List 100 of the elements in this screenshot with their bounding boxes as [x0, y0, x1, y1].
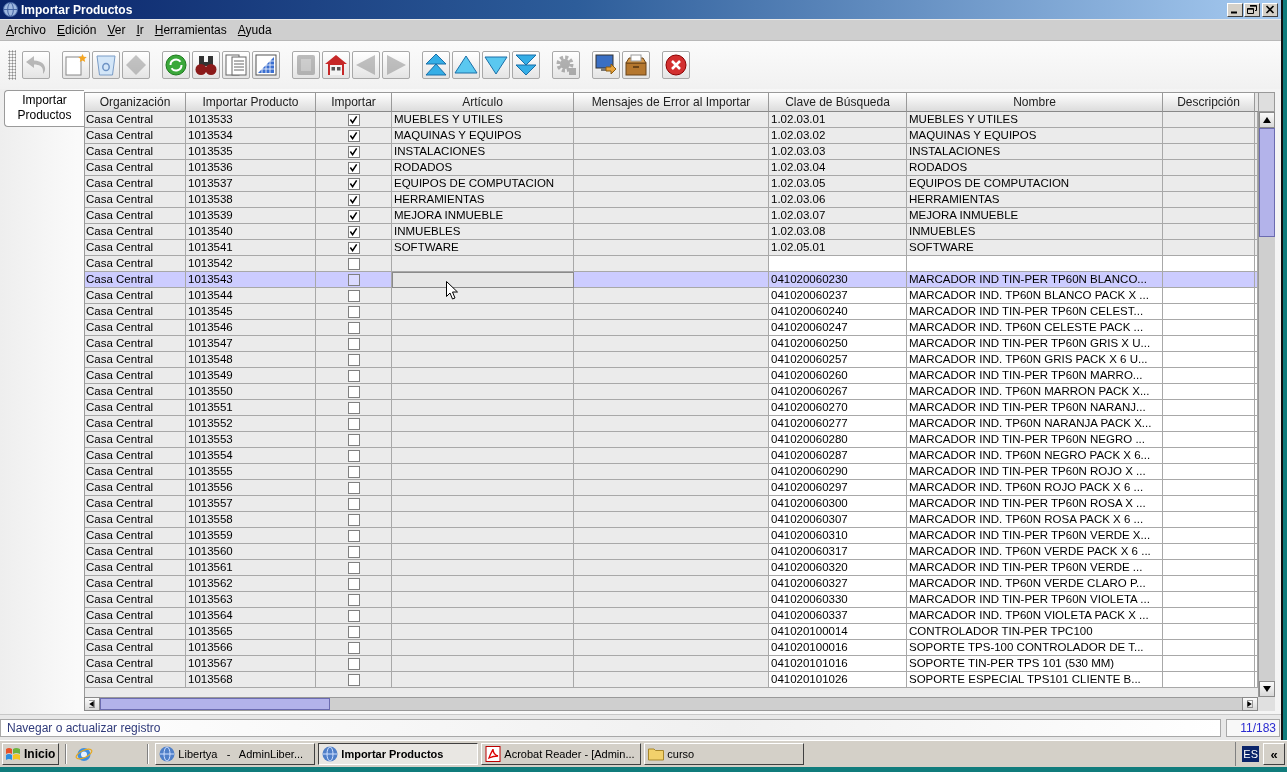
- checkbox[interactable]: [347, 673, 360, 686]
- table-row[interactable]: Casa Central 1013545 041020060240 MARCADOR IND TIN-PER TP60N CELEST...: [85, 304, 1258, 320]
- table-row[interactable]: Casa Central 1013534 MAQUINAS Y EQUIPOS 1.02.03.02 MAQUINAS Y EQUIPOS: [85, 128, 1258, 144]
- scrollbar-thumb[interactable]: [100, 698, 330, 710]
- input-field[interactable]: [392, 272, 574, 288]
- column-header[interactable]: Artículo: [392, 92, 574, 112]
- table-row[interactable]: Casa Central 1013550 041020060267 MARCADOR IND. TP60N MARRON PACK X...: [85, 384, 1258, 400]
- checkbox[interactable]: [347, 433, 360, 446]
- checkbox[interactable]: [347, 417, 360, 430]
- table-row[interactable]: Casa Central 1013566 041020100016 SOPORTE TPS-100 CONTROLADOR DE T...: [85, 640, 1258, 656]
- table-row[interactable]: Casa Central 1013536 RODADOS 1.02.03.04 RODADOS: [85, 160, 1258, 176]
- column-header[interactable]: Clave de Búsqueda: [769, 92, 907, 112]
- table-row[interactable]: Casa Central 1013561 041020060320 MARCADOR IND TIN-PER TP60N VERDE ...: [85, 560, 1258, 576]
- table-row[interactable]: Casa Central 1013558 041020060307 MARCADOR IND. TP60N ROSA PACK X 6 ...: [85, 512, 1258, 528]
- checkbox[interactable]: [347, 353, 360, 366]
- scroll-down-button[interactable]: [1259, 681, 1275, 697]
- tray-toggle-button[interactable]: «: [1263, 743, 1285, 765]
- table-row[interactable]: Casa Central 1013552 041020060277 MARCADOR IND. TP60N NARANJA PACK X...: [85, 416, 1258, 432]
- menu-item[interactable]: Archivo: [6, 23, 47, 37]
- table-row[interactable]: Casa Central 1013548 041020060257 MARCADOR IND. TP60N GRIS PACK X 6 U...: [85, 352, 1258, 368]
- table-row[interactable]: Casa Central 1013544 041020060237 MARCADOR IND. TP60N BLANCO PACK X ...: [85, 288, 1258, 304]
- table-row[interactable]: Casa Central 1013559 041020060310 MARCADOR IND TIN-PER TP60N VERDE X...: [85, 528, 1258, 544]
- toolbar-button[interactable]: [662, 51, 690, 79]
- checkbox[interactable]: [347, 257, 360, 270]
- table-row[interactable]: Casa Central 1013533 MUEBLES Y UTILES 1.02.03.01 MUEBLES Y UTILES: [85, 112, 1258, 128]
- table-row[interactable]: Casa Central 1013567 041020101016 SOPORTE TIN-PER TPS 101 (530 MM): [85, 656, 1258, 672]
- taskbar-button[interactable]: Acrobat Reader - [Admin...: [481, 743, 642, 765]
- table-row[interactable]: Casa Central 1013549 041020060260 MARCADOR IND TIN-PER TP60N MARRO...: [85, 368, 1258, 384]
- table-row[interactable]: Casa Central 1013553 041020060280 MARCADOR IND TIN-PER TP60N NEGRO ...: [85, 432, 1258, 448]
- table-row[interactable]: Casa Central 1013539 MEJORA INMUEBLE 1.02.03.07 MEJORA INMUEBLE: [85, 208, 1258, 224]
- table-row[interactable]: Casa Central 1013565 041020100014 CONTROLADOR TIN-PER TPC100: [85, 624, 1258, 640]
- table-row[interactable]: Casa Central 1013560 041020060317 MARCADOR IND. TP60N VERDE PACK X 6 ...: [85, 544, 1258, 560]
- menu-item[interactable]: Ir: [136, 23, 144, 37]
- table-row[interactable]: Casa Central 1013563 041020060330 MARCADOR IND TIN-PER TP60N VIOLETA ...: [85, 592, 1258, 608]
- toolbar-button[interactable]: [592, 51, 620, 79]
- column-header[interactable]: Importar: [316, 92, 392, 112]
- column-header[interactable]: Importar Producto: [186, 92, 316, 112]
- checkbox[interactable]: [347, 465, 360, 478]
- checkbox[interactable]: [347, 225, 360, 238]
- taskbar-button[interactable]: Libertya - AdminLiber...: [155, 743, 316, 765]
- table-row[interactable]: Casa Central 1013555 041020060290 MARCADOR IND TIN-PER TP60N ROJO X ...: [85, 464, 1258, 480]
- checkbox[interactable]: [347, 561, 360, 574]
- table-row[interactable]: Casa Central 1013554 041020060287 MARCADOR IND. TP60N NEGRO PACK X 6...: [85, 448, 1258, 464]
- checkbox[interactable]: [347, 337, 360, 350]
- table-row[interactable]: Casa Central 1013537 EQUIPOS DE COMPUTACION 1.02.03.05 EQUIPOS DE COMPUTACION: [85, 176, 1258, 192]
- checkbox[interactable]: [347, 241, 360, 254]
- checkbox[interactable]: [347, 481, 360, 494]
- browser-globe-icon[interactable]: [75, 745, 94, 763]
- checkbox[interactable]: [347, 545, 360, 558]
- checkbox[interactable]: [347, 177, 360, 190]
- checkbox[interactable]: [347, 289, 360, 302]
- table-row[interactable]: Casa Central 1013557 041020060300 MARCADOR IND TIN-PER TP60N ROSA X ...: [85, 496, 1258, 512]
- checkbox[interactable]: [347, 129, 360, 142]
- checkbox[interactable]: [347, 609, 360, 622]
- toolbar-button[interactable]: [322, 51, 350, 79]
- checkbox[interactable]: [347, 577, 360, 590]
- table-row[interactable]: Casa Central 1013551 041020060270 MARCADOR IND TIN-PER TP60N NARANJ...: [85, 400, 1258, 416]
- table-row[interactable]: Casa Central 1013538 HERRAMIENTAS 1.02.03.06 HERRAMIENTAS: [85, 192, 1258, 208]
- close-button[interactable]: [1262, 2, 1278, 17]
- scrollbar-thumb[interactable]: [1259, 128, 1275, 237]
- table-row[interactable]: Casa Central 1013543 041020060230 MARCADOR IND TIN-PER TP60N BLANCO...: [85, 272, 1258, 288]
- toolbar-button[interactable]: [422, 51, 450, 79]
- table-row[interactable]: Casa Central 1013564 041020060337 MARCADOR IND. TP60N VIOLETA PACK X ...: [85, 608, 1258, 624]
- checkbox[interactable]: [347, 625, 360, 638]
- table-row[interactable]: Casa Central 1013546 041020060247 MARCADOR IND. TP60N CELESTE PACK ...: [85, 320, 1258, 336]
- checkbox[interactable]: [347, 657, 360, 670]
- scroll-left-button[interactable]: [84, 697, 100, 711]
- checkbox[interactable]: [347, 497, 360, 510]
- table-row[interactable]: Casa Central 1013562 041020060327 MARCADOR IND. TP60N VERDE CLARO P...: [85, 576, 1258, 592]
- menu-item[interactable]: Herramientas: [154, 23, 227, 37]
- checkbox[interactable]: [347, 113, 360, 126]
- column-header[interactable]: Descripción: [1163, 92, 1255, 112]
- checkbox[interactable]: [347, 513, 360, 526]
- tab[interactable]: Importar Productos: [4, 90, 84, 127]
- language-indicator[interactable]: ES: [1242, 746, 1259, 762]
- table-row[interactable]: Casa Central 1013541 SOFTWARE 1.02.05.01 SOFTWARE: [85, 240, 1258, 256]
- checkbox[interactable]: [347, 273, 360, 286]
- checkbox[interactable]: [347, 593, 360, 606]
- checkbox[interactable]: [347, 369, 360, 382]
- checkbox[interactable]: [347, 145, 360, 158]
- horizontal-scrollbar[interactable]: [100, 697, 1242, 711]
- taskbar-button[interactable]: Importar Productos: [318, 743, 479, 765]
- minimize-button[interactable]: [1227, 2, 1243, 17]
- menu-item[interactable]: Edición: [57, 23, 97, 37]
- checkbox[interactable]: [347, 641, 360, 654]
- restore-button[interactable]: [1244, 2, 1260, 17]
- checkbox[interactable]: [347, 193, 360, 206]
- table-row[interactable]: Casa Central 1013535 INSTALACIONES 1.02.03.03 INSTALACIONES: [85, 144, 1258, 160]
- checkbox[interactable]: [347, 161, 360, 174]
- scroll-up-button[interactable]: [1259, 112, 1275, 128]
- checkbox[interactable]: [347, 529, 360, 542]
- checkbox[interactable]: [347, 385, 360, 398]
- start-button[interactable]: Inicio: [2, 743, 60, 765]
- column-header[interactable]: Organización: [84, 92, 186, 112]
- menu-item[interactable]: Ver: [107, 23, 126, 37]
- checkbox[interactable]: [347, 401, 360, 414]
- vertical-scrollbar[interactable]: [1258, 112, 1275, 697]
- toolbar-button[interactable]: [622, 51, 650, 79]
- checkbox[interactable]: [347, 305, 360, 318]
- checkbox[interactable]: [347, 449, 360, 462]
